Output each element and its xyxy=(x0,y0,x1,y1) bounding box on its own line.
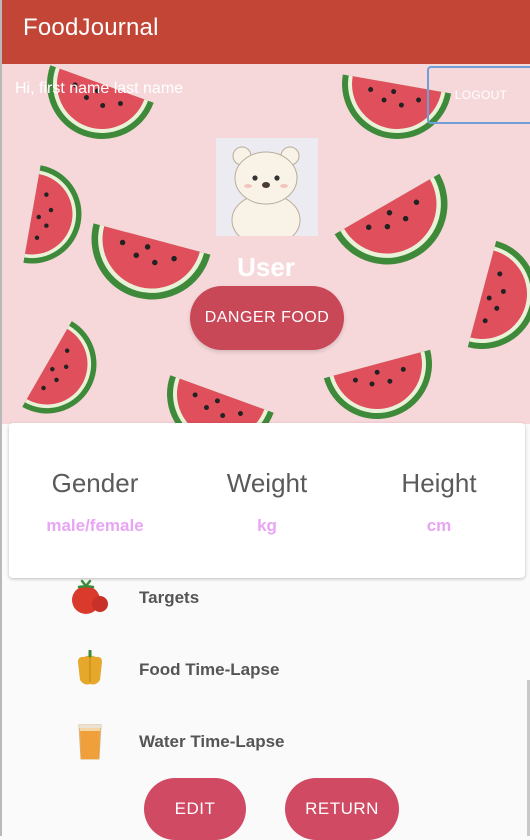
menu-item-food-time-lapse[interactable]: Food Time-Lapse xyxy=(0,650,530,710)
menu-label: Food Time-Lapse xyxy=(139,660,280,679)
bear-avatar-icon xyxy=(216,138,318,236)
menu-item-targets[interactable]: Targets xyxy=(0,578,530,638)
app-bar: FoodJournal xyxy=(2,0,530,64)
logout-button[interactable]: LOGOUT xyxy=(427,66,530,124)
stat-label: Height xyxy=(401,468,477,498)
menu-item-water-time-lapse[interactable]: Water Time-Lapse xyxy=(0,722,530,782)
menu-label: Targets xyxy=(139,588,200,607)
greeting-text: Hi, first name last name xyxy=(15,80,184,97)
stat-value: kg xyxy=(257,516,277,535)
avatar xyxy=(216,138,318,236)
profile-header: Hi, first name last name LOGOUT User DAN… xyxy=(2,64,530,424)
stat-value: cm xyxy=(426,516,452,535)
return-button[interactable]: RETURN xyxy=(285,778,399,840)
tomato-icon xyxy=(72,579,108,614)
app-title: FoodJournal xyxy=(23,14,159,41)
stats-card: Gender male/female Weight kg Height cm xyxy=(9,423,525,578)
danger-food-button[interactable]: DANGER FOOD xyxy=(190,286,344,350)
stat-label: Weight xyxy=(226,468,308,498)
edit-button[interactable]: EDIT xyxy=(144,778,246,840)
bell-pepper-icon xyxy=(78,650,102,685)
menu-label: Water Time-Lapse xyxy=(139,732,285,751)
stat-value: male/female xyxy=(46,516,144,535)
juice-glass-icon xyxy=(78,724,102,760)
stat-label: Gender xyxy=(51,468,139,498)
username: User xyxy=(237,252,295,282)
